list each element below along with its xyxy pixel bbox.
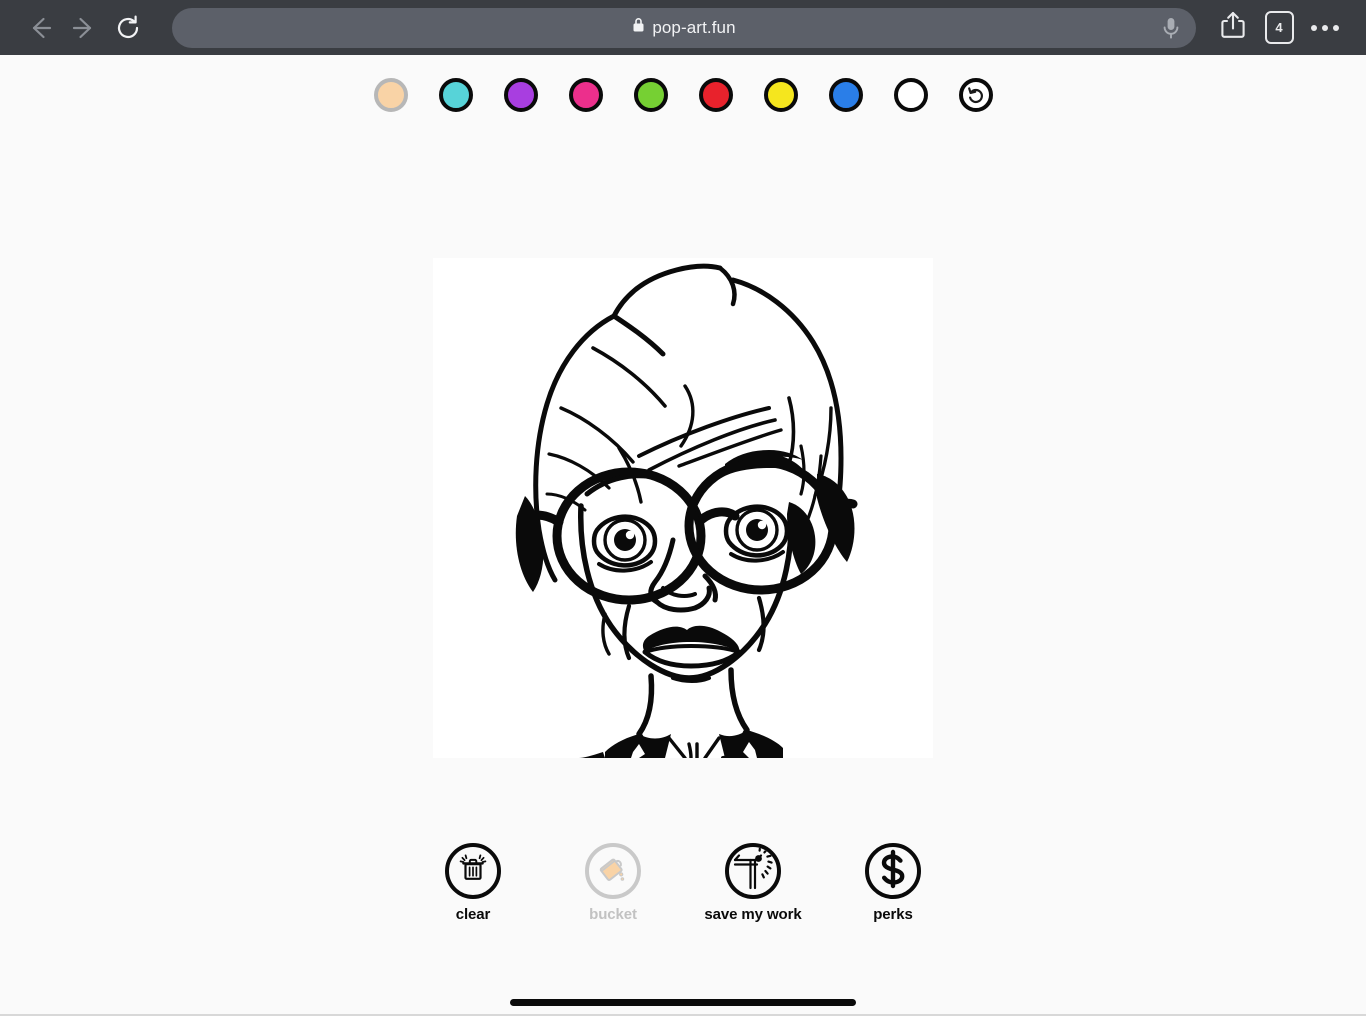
reload-button[interactable]: [106, 6, 150, 50]
more-button[interactable]: [1302, 5, 1348, 51]
forward-button[interactable]: [62, 6, 106, 50]
undo-button[interactable]: [959, 78, 993, 112]
coloring-canvas[interactable]: [433, 258, 933, 758]
reload-icon: [114, 14, 142, 42]
microphone-icon[interactable]: [1160, 15, 1182, 41]
color-palette: [0, 78, 1366, 112]
trash-icon: [454, 850, 492, 893]
color-swatch-white[interactable]: [894, 78, 928, 112]
home-indicator[interactable]: [510, 999, 856, 1006]
color-swatch-red[interactable]: [699, 78, 733, 112]
save-button-circle: [725, 843, 781, 899]
bucket-button[interactable]: bucket: [557, 843, 669, 923]
undo-arrow-icon: [966, 85, 986, 105]
perks-button-circle: [865, 843, 921, 899]
bucket-button-circle: [585, 843, 641, 899]
tabs-button[interactable]: 4: [1256, 5, 1302, 51]
clear-button-label: clear: [456, 907, 491, 923]
share-button[interactable]: [1210, 5, 1256, 51]
color-swatch-purple[interactable]: [504, 78, 538, 112]
color-swatch-peach[interactable]: [374, 78, 408, 112]
color-swatch-turquoise[interactable]: [439, 78, 473, 112]
browser-chrome: pop-art.fun 4: [0, 0, 1366, 55]
clear-button-circle: [445, 843, 501, 899]
bucket-icon: [594, 850, 632, 893]
warhol-caricature-line-art: [433, 258, 933, 758]
color-swatch-pink[interactable]: [569, 78, 603, 112]
bucket-button-label: bucket: [589, 907, 637, 923]
page-body: clear bucket: [0, 55, 1366, 961]
url-text: pop-art.fun: [652, 18, 735, 38]
more-dots-icon: [1311, 25, 1339, 31]
tab-count-box: 4: [1265, 11, 1294, 44]
save-icon: [730, 846, 776, 897]
clear-button[interactable]: clear: [417, 843, 529, 923]
perks-button-label: perks: [873, 907, 913, 923]
arrow-right-icon: [69, 13, 99, 43]
dollar-icon: [873, 849, 913, 894]
lock-icon: [632, 17, 645, 38]
color-swatch-blue[interactable]: [829, 78, 863, 112]
color-swatch-yellow[interactable]: [764, 78, 798, 112]
tab-count: 4: [1275, 21, 1282, 34]
back-button[interactable]: [18, 6, 62, 50]
color-swatch-green[interactable]: [634, 78, 668, 112]
save-button-label: save my work: [704, 907, 801, 923]
share-icon: [1219, 10, 1247, 45]
url-bar[interactable]: pop-art.fun: [172, 8, 1196, 48]
perks-button[interactable]: perks: [837, 843, 949, 923]
arrow-left-icon: [25, 13, 55, 43]
bottom-toolbar: clear bucket: [0, 843, 1366, 923]
save-button[interactable]: save my work: [697, 843, 809, 923]
